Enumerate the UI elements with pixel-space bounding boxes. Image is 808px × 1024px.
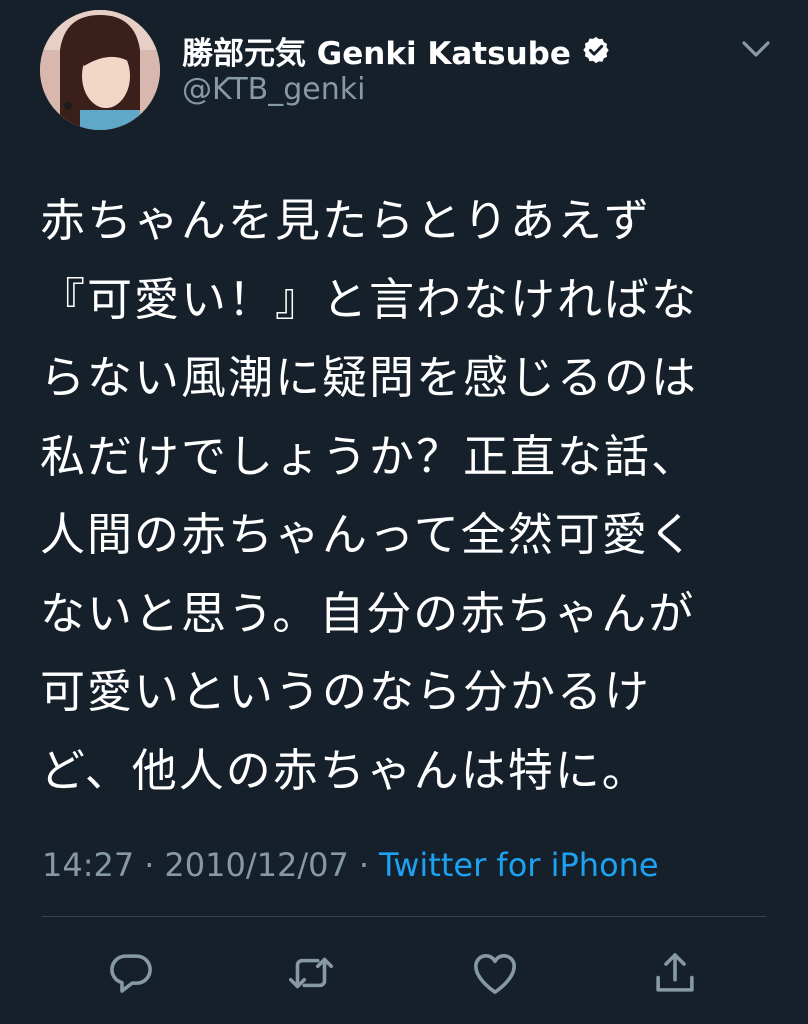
verified-badge-icon [581,35,611,65]
meta-separator: · [144,846,155,884]
tweet-line: 『可愛い！』と言わなければな [40,272,699,326]
tweet-meta: 14:27 · 2010/12/07 · Twitter for iPhone [42,843,659,887]
tweet-line: 人間の赤ちゃんって全然可愛く [40,508,696,561]
avatar[interactable] [40,10,160,130]
meta-separator: · [358,846,369,884]
tweet-text: 赤ちゃんを見たらとりあえず 『可愛い！』と言わなければな らない風潮に疑問を感じ… [40,182,770,810]
tweet-source-link[interactable]: Twitter for iPhone [379,846,659,884]
tweet-line: ないと思う。自分の赤ちゃんが [40,586,696,640]
heart-icon[interactable] [468,946,522,1000]
tweet-screen: 勝部元気 Genki Katsube @KTB_genki 赤ちゃんを見たらとり… [0,0,808,1024]
user-handle[interactable]: @KTB_genki [182,72,365,107]
retweet-icon[interactable] [284,946,338,1000]
tweet-line: ど、他人の赤ちゃんは特に。 [40,743,649,797]
tweet-date: 2010/12/07 [164,846,349,884]
tweet-line: 可愛いというのなら分かるけ [40,665,652,718]
tweet-line: 私だけでしょうか？正直な話、 [40,429,699,483]
share-icon[interactable] [648,946,702,1000]
divider [42,916,766,917]
chevron-down-icon[interactable] [738,36,774,62]
tweet-line: 赤ちゃんを見たらとりあえず [40,194,652,247]
reply-icon[interactable] [104,946,158,1000]
tweet-time: 14:27 [42,846,135,884]
tweet-line: らない風潮に疑問を感じるのは [40,351,699,404]
name-row: 勝部元気 Genki Katsube [182,28,611,72]
display-name[interactable]: 勝部元気 Genki Katsube [182,28,571,73]
